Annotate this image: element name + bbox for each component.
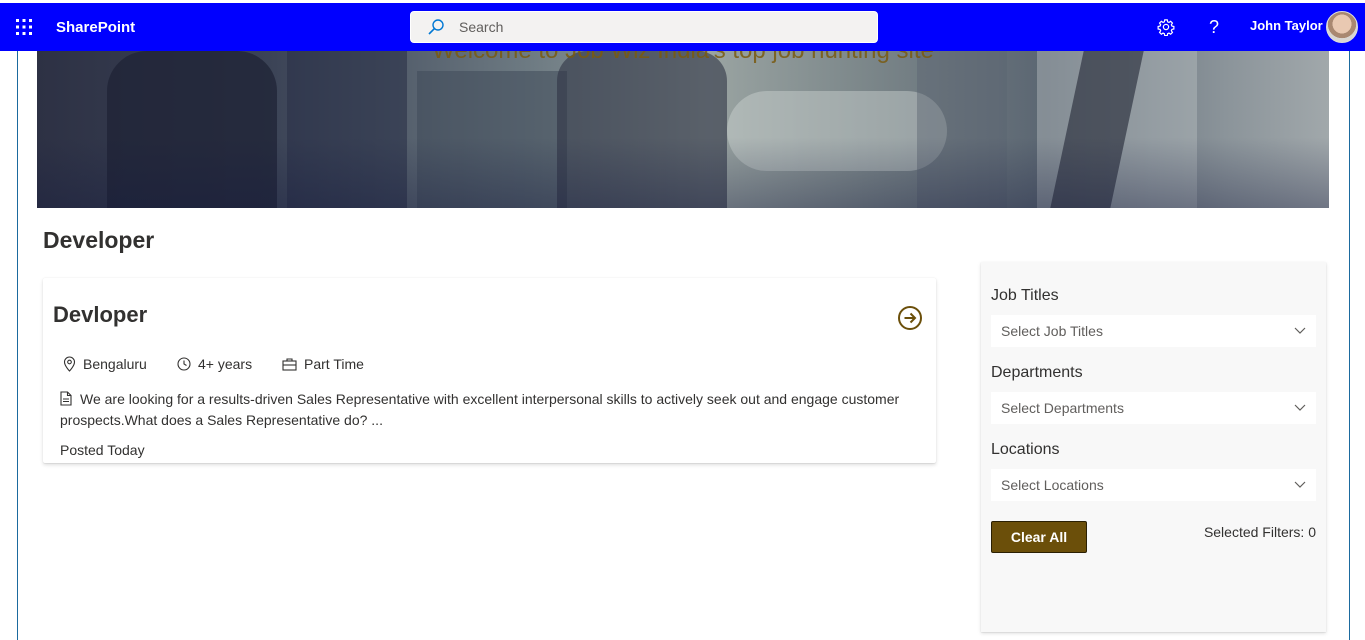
job-type-text: Part Time [304, 356, 364, 372]
location-pin-icon [63, 356, 76, 372]
app-launcher-icon[interactable] [0, 3, 48, 51]
suite-bar: SharePoint ? John Taylor [0, 3, 1365, 51]
open-job-button[interactable] [896, 304, 924, 332]
experience-text: 4+ years [198, 356, 253, 372]
departments-placeholder: Select Departments [1001, 400, 1124, 416]
locations-label: Locations [991, 441, 1060, 458]
job-type: Part Time [282, 356, 364, 372]
departments-label: Departments [991, 364, 1083, 381]
page-title: Developer [43, 227, 155, 253]
posted-date: Posted Today [60, 442, 145, 458]
locations-dropdown[interactable]: Select Locations [991, 469, 1316, 501]
chevron-down-icon [1294, 327, 1306, 334]
job-titles-label: Job Titles [991, 287, 1059, 304]
job-card[interactable]: Devloper Bengaluru 4+ years Part Time We… [43, 278, 936, 463]
location-text: Bengaluru [83, 356, 147, 372]
search-icon [427, 18, 445, 36]
search-input[interactable] [459, 19, 839, 35]
clock-icon [177, 357, 191, 371]
job-title[interactable]: Devloper [53, 302, 147, 328]
page-frame-left [17, 51, 18, 640]
chevron-down-icon [1294, 404, 1306, 411]
filter-panel: Job Titles Select Job Titles Departments… [981, 262, 1326, 632]
avatar[interactable] [1326, 11, 1358, 43]
user-name[interactable]: John Taylor [1250, 18, 1323, 33]
arrow-right-circle-icon [898, 306, 922, 330]
scrollbar[interactable] [1356, 51, 1365, 640]
job-description: We are looking for a results-driven Sale… [60, 390, 920, 430]
job-experience: 4+ years [177, 356, 252, 372]
settings-button[interactable] [1150, 11, 1182, 43]
briefcase-icon [282, 358, 297, 371]
chevron-down-icon [1294, 481, 1306, 488]
document-icon [60, 391, 72, 411]
help-button[interactable]: ? [1198, 11, 1230, 43]
description-text: We are looking for a results-driven Sale… [60, 391, 900, 428]
app-name[interactable]: SharePoint [56, 19, 135, 36]
job-location: Bengaluru [63, 356, 147, 372]
help-icon: ? [1208, 16, 1219, 37]
hero-text: Welcome to Job Wiz India's top job hunti… [37, 51, 1329, 65]
selected-filters-count: Selected Filters: 0 [1203, 524, 1316, 540]
job-titles-dropdown[interactable]: Select Job Titles [991, 315, 1316, 347]
hero-banner: Welcome to Job Wiz India's top job hunti… [37, 51, 1329, 208]
job-titles-placeholder: Select Job Titles [1001, 323, 1103, 339]
clear-all-button[interactable]: Clear All [991, 521, 1087, 553]
gear-icon [1157, 19, 1175, 36]
departments-dropdown[interactable]: Select Departments [991, 392, 1316, 424]
search-box[interactable] [410, 11, 878, 43]
page-frame-right [1349, 51, 1350, 640]
locations-placeholder: Select Locations [1001, 477, 1104, 493]
